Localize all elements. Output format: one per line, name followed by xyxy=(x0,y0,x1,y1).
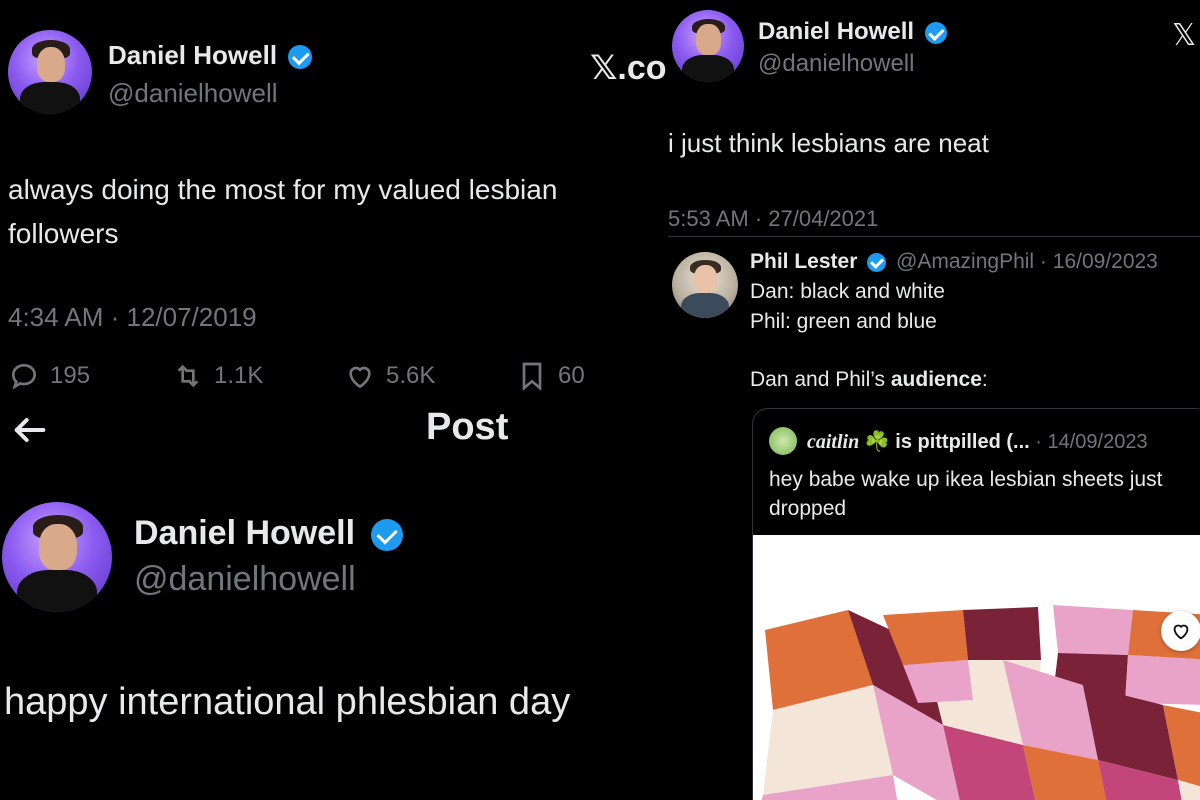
quote-tweet-card[interactable]: caitlin ☘️ is pittpilled (... · 14/09/20… xyxy=(752,408,1200,800)
reply-header: Phil Lester @AmazingPhil · 16/09/2023 xyxy=(750,250,1158,274)
author-handle[interactable]: @danielhowell xyxy=(758,50,914,78)
avatar[interactable] xyxy=(769,427,797,455)
reply-line: Dan and Phil’s audience: xyxy=(750,368,988,391)
like-button[interactable]: 5.6K xyxy=(344,360,435,392)
quote-author-name-rest: is pittpilled (... xyxy=(895,431,1030,453)
page-title: Post xyxy=(426,406,509,448)
back-arrow-icon[interactable] xyxy=(8,410,52,450)
quote-text: hey babe wake up ikea lesbian sheets jus… xyxy=(769,468,1163,520)
bedding-image[interactable] xyxy=(753,535,1200,800)
x-logo-icon: 𝕏.co xyxy=(590,49,667,87)
author-name[interactable]: Daniel Howell xyxy=(108,40,313,71)
tweet-timestamp[interactable]: 4:34 AM · 12/07/2019 xyxy=(8,302,257,333)
bookmark-icon xyxy=(522,362,542,391)
avatar[interactable] xyxy=(672,252,738,318)
repost-icon xyxy=(177,364,199,388)
heart-icon xyxy=(349,366,371,389)
repost-button[interactable]: 1.1K xyxy=(172,360,263,392)
reply-icon xyxy=(11,363,37,390)
reply-line: Phil: green and blue xyxy=(750,310,937,333)
bedding-illustration xyxy=(761,605,1200,800)
clover-icon: ☘️ xyxy=(864,431,890,453)
reply-button[interactable]: 195 xyxy=(8,360,90,392)
favorite-button[interactable] xyxy=(1161,611,1200,651)
avatar[interactable] xyxy=(672,10,744,82)
x-logo-icon: 𝕏 xyxy=(1172,19,1197,52)
tweet-timestamp[interactable]: 5:53 AM · 27/04/2021 xyxy=(668,206,878,232)
tweet-text: always doing the most for my valued lesb… xyxy=(8,174,558,249)
verified-badge-icon xyxy=(867,252,887,272)
repost-count: 1.1K xyxy=(214,362,264,389)
bookmark-count: 60 xyxy=(558,362,585,389)
quote-author-name: caitlin xyxy=(807,431,860,453)
verified-badge-icon xyxy=(288,45,313,70)
screenshot-collage: Daniel Howell @danielhowell always doing… xyxy=(0,0,1200,800)
pillow-block xyxy=(1053,605,1133,655)
like-count: 5.6K xyxy=(386,362,436,389)
pillow-block xyxy=(963,607,1041,660)
author-handle[interactable]: @danielhowell xyxy=(134,560,356,599)
reply-count: 195 xyxy=(50,362,91,389)
verified-badge-icon xyxy=(924,21,947,44)
author-handle-date[interactable]: @AmazingPhil · 16/09/2023 xyxy=(896,250,1158,273)
divider xyxy=(668,236,1200,237)
author-name[interactable]: Daniel Howell xyxy=(134,514,403,553)
verified-badge-icon xyxy=(370,519,403,552)
heart-icon xyxy=(1173,624,1189,640)
avatar[interactable] xyxy=(8,30,92,114)
quote-date: · 14/09/2023 xyxy=(1035,431,1148,453)
tweet-actions: 195 1.1K 5.6K 60 xyxy=(0,360,640,406)
author-name[interactable]: Daniel Howell xyxy=(758,18,947,46)
tweet-text: happy international phlesbian day xyxy=(4,681,571,723)
quote-header: caitlin ☘️ is pittpilled (... · 14/09/20… xyxy=(807,429,1148,454)
bookmark-button[interactable]: 60 xyxy=(516,360,585,392)
pillow-block xyxy=(1125,655,1200,705)
author-handle[interactable]: @danielhowell xyxy=(108,78,278,109)
author-name[interactable]: Phil Lester xyxy=(750,250,857,273)
reply-line: Dan: black and white xyxy=(750,280,945,303)
tweet-text: i just think lesbians are neat xyxy=(668,128,989,158)
avatar[interactable] xyxy=(2,502,112,612)
